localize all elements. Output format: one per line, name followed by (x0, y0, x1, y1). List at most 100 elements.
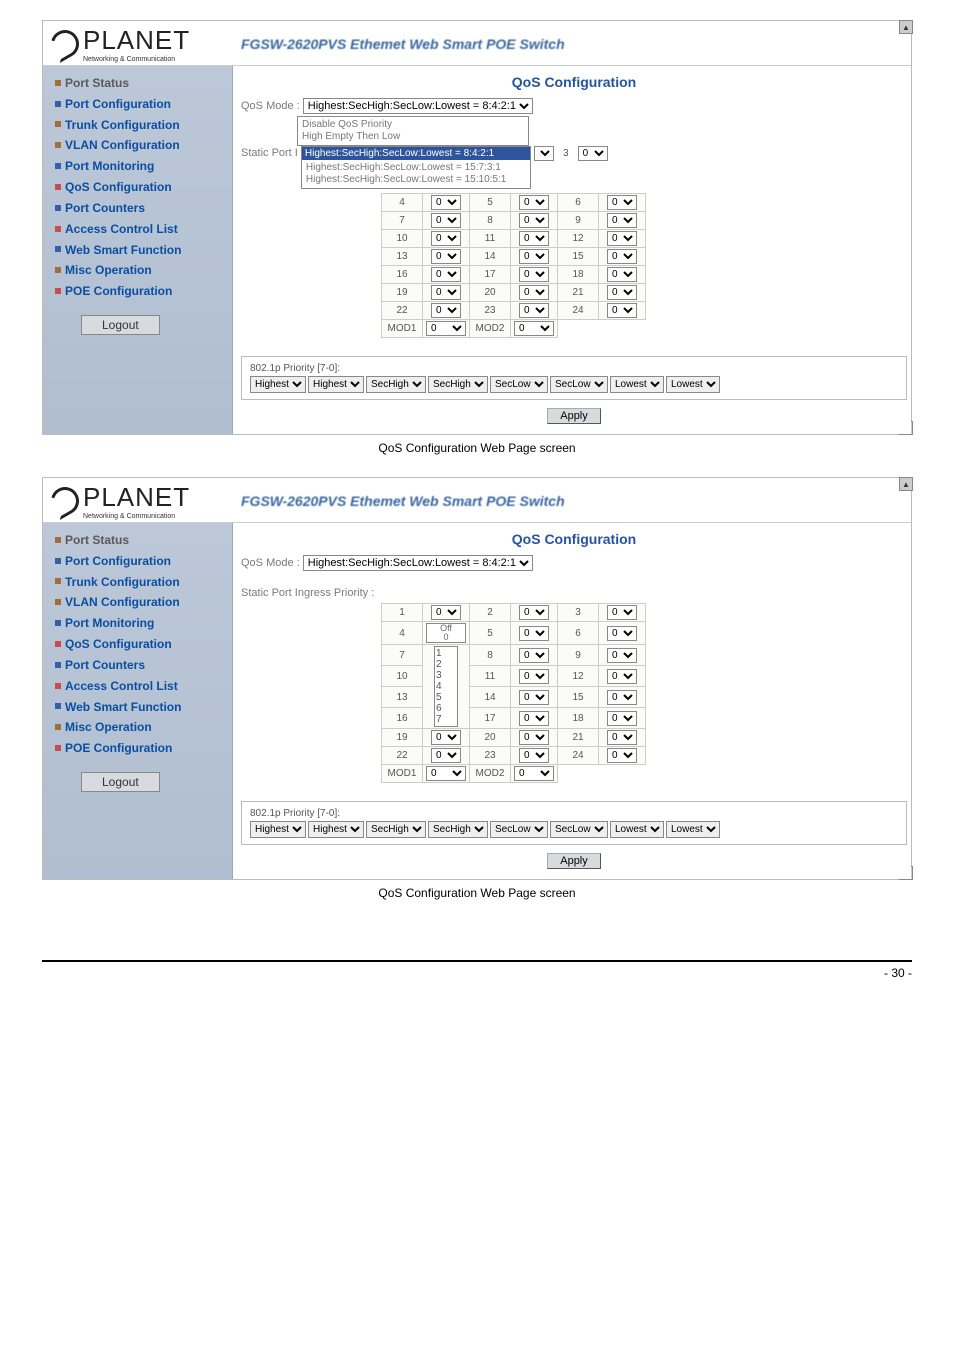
port-priority-select[interactable]: 0 (431, 267, 461, 282)
port-priority-select[interactable]: 0 (519, 711, 549, 726)
priority-select[interactable]: SecHigh (366, 821, 426, 838)
port-priority-cell[interactable]: 0 (423, 747, 470, 765)
port-priority-select[interactable]: 0 (519, 285, 549, 300)
port-priority-select[interactable]: 0 (607, 626, 637, 641)
static-port-dropdown[interactable]: Highest:SecHigh:SecLow:Lowest = 8:4:2:1 … (301, 146, 531, 189)
port-priority-cell[interactable]: 0 (423, 284, 470, 302)
priority-select[interactable]: SecLow (490, 376, 548, 393)
scroll-up-icon[interactable]: ▲ (899, 477, 913, 491)
port-priority-dropdown-list[interactable]: 1234567 (423, 645, 470, 729)
port-priority-cell[interactable]: 0 (423, 302, 470, 320)
port-priority-select[interactable]: 0 (607, 711, 637, 726)
port-priority-select[interactable]: 0 (607, 730, 637, 745)
port-priority-select[interactable]: 0 (431, 730, 461, 745)
port-priority-select[interactable]: 0 (519, 249, 549, 264)
port-priority-select[interactable]: 0 (519, 690, 549, 705)
port-priority-cell[interactable]: 0 (511, 320, 558, 338)
priority-select[interactable]: SecHigh (428, 821, 488, 838)
priority-select[interactable]: SecLow (550, 376, 608, 393)
priority-select[interactable]: Highest (250, 821, 306, 838)
nav-port-status[interactable]: Port Status (53, 72, 232, 93)
port-priority-cell[interactable]: 0 (599, 302, 646, 320)
port-priority-select[interactable]: 0 (519, 669, 549, 684)
col3-select[interactable]: 0 (578, 146, 608, 161)
nav-misc-operation[interactable]: Misc Operation (53, 259, 232, 280)
port-priority-cell[interactable]: 0 (423, 765, 470, 783)
port-priority-select[interactable]: 0 (607, 213, 637, 228)
port-priority-select[interactable]: 0 (519, 195, 549, 210)
port-priority-dropdown-open[interactable]: Off0 (423, 622, 470, 645)
priority-select[interactable]: Highest (308, 376, 364, 393)
port-priority-select[interactable]: 0 (607, 285, 637, 300)
port-priority-cell[interactable]: 0 (599, 248, 646, 266)
port-priority-cell[interactable]: 0 (599, 729, 646, 747)
qos-mode-select[interactable]: Highest:SecHigh:SecLow:Lowest = 8:4:2:1 (303, 555, 533, 571)
port-priority-select[interactable]: 0 (519, 648, 549, 663)
logout-button[interactable]: Logout (81, 315, 160, 335)
priority-select[interactable]: Lowest (610, 821, 664, 838)
port-priority-cell[interactable]: 0 (423, 266, 470, 284)
port-priority-cell[interactable]: 0 (599, 622, 646, 645)
port-priority-cell[interactable]: 0 (511, 266, 558, 284)
port-priority-cell[interactable]: 0 (599, 266, 646, 284)
port-priority-cell[interactable]: 0 (511, 747, 558, 765)
port-priority-select[interactable]: 0 (607, 267, 637, 282)
port-priority-cell[interactable]: 0 (423, 212, 470, 230)
port-priority-cell[interactable]: 0 (599, 604, 646, 622)
port-priority-cell[interactable]: 0 (599, 284, 646, 302)
port-priority-select[interactable]: 0 (431, 303, 461, 318)
port-priority-select[interactable]: 0 (431, 195, 461, 210)
port-priority-cell[interactable]: 0 (511, 708, 558, 729)
priority-select[interactable]: Lowest (666, 821, 720, 838)
nav-port-counters[interactable]: Port Counters (53, 197, 232, 218)
qos-mode-select[interactable]: Highest:SecHigh:SecLow:Lowest = 8:4:2:1 (303, 98, 533, 114)
port-priority-cell[interactable]: 0 (511, 645, 558, 666)
nav-access-control-list[interactable]: Access Control List (53, 218, 232, 239)
port-priority-select[interactable]: 0 (607, 249, 637, 264)
port-priority-cell[interactable]: 0 (511, 687, 558, 708)
priority-select[interactable]: SecHigh (366, 376, 426, 393)
port-priority-cell[interactable]: 0 (599, 194, 646, 212)
port-priority-cell[interactable]: 0 (423, 729, 470, 747)
port-priority-cell[interactable]: 0 (599, 708, 646, 729)
port-priority-select[interactable]: 0 (431, 249, 461, 264)
nav-port-configuration[interactable]: Port Configuration (53, 550, 232, 571)
nav-port-counters[interactable]: Port Counters (53, 654, 232, 675)
apply-button[interactable]: Apply (547, 408, 601, 424)
port-priority-select[interactable]: 0 (607, 669, 637, 684)
nav-access-control-list[interactable]: Access Control List (53, 675, 232, 696)
port-priority-cell[interactable]: 0 (423, 248, 470, 266)
nav-misc-operation[interactable]: Misc Operation (53, 716, 232, 737)
port-priority-cell[interactable]: 0 (423, 230, 470, 248)
port-priority-cell[interactable]: 0 (599, 747, 646, 765)
priority-select[interactable]: SecHigh (428, 376, 488, 393)
col2-select[interactable] (534, 146, 554, 161)
nav-trunk-configuration[interactable]: Trunk Configuration (53, 114, 232, 135)
port-priority-select[interactable]: 0 (519, 605, 549, 620)
port-priority-select[interactable]: 0 (431, 285, 461, 300)
port-priority-cell[interactable]: 0 (599, 645, 646, 666)
priority-select[interactable]: SecLow (490, 821, 548, 838)
port-priority-cell[interactable]: 0 (511, 248, 558, 266)
logout-button[interactable]: Logout (81, 772, 160, 792)
port-priority-cell[interactable]: 0 (511, 729, 558, 747)
port-priority-cell[interactable]: 0 (423, 194, 470, 212)
port-priority-select[interactable]: 0 (426, 766, 466, 781)
nav-port-monitoring[interactable]: Port Monitoring (53, 155, 232, 176)
qos-mode-dropdown-open[interactable]: Disable QoS Priority High Empty Then Low (297, 116, 529, 146)
port-priority-cell[interactable]: 0 (599, 230, 646, 248)
nav-port-status[interactable]: Port Status (53, 529, 232, 550)
priority-select[interactable]: SecLow (550, 821, 608, 838)
port-priority-select[interactable]: 0 (519, 730, 549, 745)
port-priority-select[interactable]: 0 (607, 231, 637, 246)
port-priority-cell[interactable]: 0 (599, 687, 646, 708)
port-priority-select[interactable]: 0 (426, 321, 466, 336)
port-priority-select[interactable]: 0 (607, 748, 637, 763)
port-priority-select[interactable]: 0 (519, 626, 549, 641)
nav-web-smart-function[interactable]: Web Smart Function (53, 696, 232, 717)
priority-select[interactable]: Lowest (666, 376, 720, 393)
port-priority-select[interactable]: 0 (431, 213, 461, 228)
priority-select[interactable]: Lowest (610, 376, 664, 393)
port-priority-cell[interactable]: 0 (511, 666, 558, 687)
port-priority-select[interactable]: 0 (519, 231, 549, 246)
